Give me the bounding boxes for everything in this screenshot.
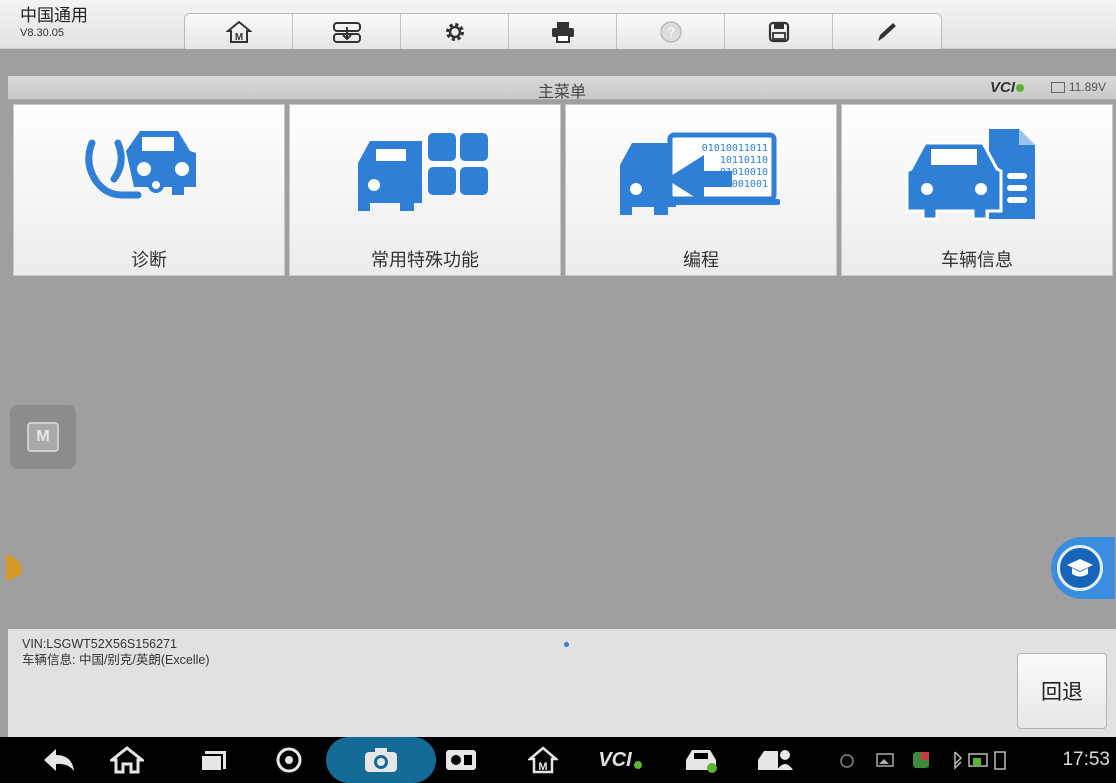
print-icon [551, 22, 574, 43]
app-status-icon [906, 743, 936, 777]
vehicle-info-bar: VIN:LSGWT52X56S156271 车辆信息: 中国/别克/英朗(Exc… [8, 629, 1116, 737]
programming-binary-car-icon: 01010011011 10110110 01010010 0100100100… [566, 123, 836, 233]
toolbar: M ? [184, 13, 942, 49]
battery-status: 11.89V [1050, 80, 1106, 94]
tile-vehicle-info[interactable]: 车辆信息 [841, 104, 1113, 276]
vehicle-user-icon[interactable] [752, 743, 798, 777]
system-nav-bar: M VCI 17:53 [0, 737, 1116, 783]
vehicle-swap-button[interactable] [293, 14, 401, 49]
vehicle-connect-icon[interactable] [678, 743, 724, 777]
vci-connected-icon [1016, 84, 1024, 92]
help-icon: ? [659, 21, 682, 43]
tile-programming[interactable]: 01010011011 10110110 01010010 0100100100… [565, 104, 837, 276]
vci-nav-icon[interactable]: VCI [590, 743, 650, 777]
vehicle-info-text: 车辆信息: 中国/别克/英朗(Excelle) [22, 653, 210, 667]
vin-text: VIN:LSGWT52X56S156271 [22, 637, 177, 651]
vehicle-swap-icon [332, 22, 361, 43]
save-button[interactable] [725, 14, 833, 49]
tile-diagnosis-label: 诊断 [131, 250, 167, 270]
tutorial-button[interactable] [1051, 537, 1115, 599]
camera-icon[interactable] [358, 743, 404, 777]
app-header: 中国通用 V8.30.05 M ? [0, 0, 1116, 49]
home-button[interactable]: M [185, 14, 293, 49]
tile-vehicle-info-label: 车辆信息 [941, 250, 1013, 270]
diagnosis-stethoscope-car-icon [14, 123, 284, 233]
vci-status: VCI [990, 79, 1024, 96]
leaf-icon [4, 552, 26, 587]
nav-back-icon[interactable] [36, 743, 82, 777]
chrome-icon[interactable] [266, 743, 312, 777]
svg-text:M: M [234, 32, 242, 43]
svg-text:01001001001: 01001001001 [702, 179, 768, 190]
nav-recents-icon[interactable] [190, 743, 236, 777]
vehicle-details: VIN:LSGWT52X56S156271 车辆信息: 中国/别克/英朗(Exc… [22, 636, 210, 668]
title-strip: 主菜单 VCI 11.89V [8, 76, 1116, 101]
page-indicator [564, 642, 569, 647]
nav-home-icon[interactable] [104, 743, 150, 777]
settings-button[interactable] [401, 14, 509, 49]
vehicle-info-car-document-icon [842, 123, 1112, 233]
graduation-cap-icon [1057, 545, 1103, 591]
home-m-icon[interactable]: M [520, 743, 566, 777]
tile-special-functions-label: 常用特殊功能 [371, 250, 479, 270]
svg-text:01010011011: 01010011011 [702, 143, 768, 154]
m-app-icon: M [27, 422, 59, 452]
tile-special-functions[interactable]: 常用特殊功能 [289, 104, 561, 276]
tile-programming-label: 编程 [683, 250, 719, 270]
floating-m-button[interactable]: M [10, 405, 76, 469]
battery-icon [1050, 81, 1065, 93]
tile-diagnosis[interactable]: 诊断 [13, 104, 285, 276]
page-title: 主菜单 [537, 84, 586, 101]
svg-text:?: ? [667, 24, 675, 40]
svg-text:01010010: 01010010 [720, 167, 768, 178]
edit-button[interactable] [833, 14, 941, 49]
home-icon: M [225, 20, 252, 43]
screen-brightness-icon[interactable] [438, 743, 484, 777]
settings-gear-icon [445, 23, 464, 41]
cat-status-icon [832, 743, 862, 777]
special-functions-car-grid-icon [290, 123, 560, 233]
svg-text:10110110: 10110110 [720, 155, 768, 166]
print-button[interactable] [509, 14, 617, 49]
vci-nav-label: VCI [598, 748, 632, 771]
svg-text:M: M [538, 761, 547, 773]
pen-icon [878, 23, 896, 41]
gallery-status-icon [870, 743, 900, 777]
clock: 17:53 [1062, 749, 1110, 770]
app-version: V8.30.05 [20, 27, 65, 39]
brand: 中国通用 V8.30.05 [20, 6, 88, 40]
battery-voltage: 11.89V [1068, 80, 1106, 94]
save-icon [768, 21, 789, 43]
app-name: 中国通用 [20, 6, 88, 25]
vci-label: VCI [989, 79, 1015, 96]
status-icons [946, 743, 1026, 777]
back-button[interactable]: 回退 [1017, 653, 1107, 729]
help-button[interactable]: ? [617, 14, 725, 49]
